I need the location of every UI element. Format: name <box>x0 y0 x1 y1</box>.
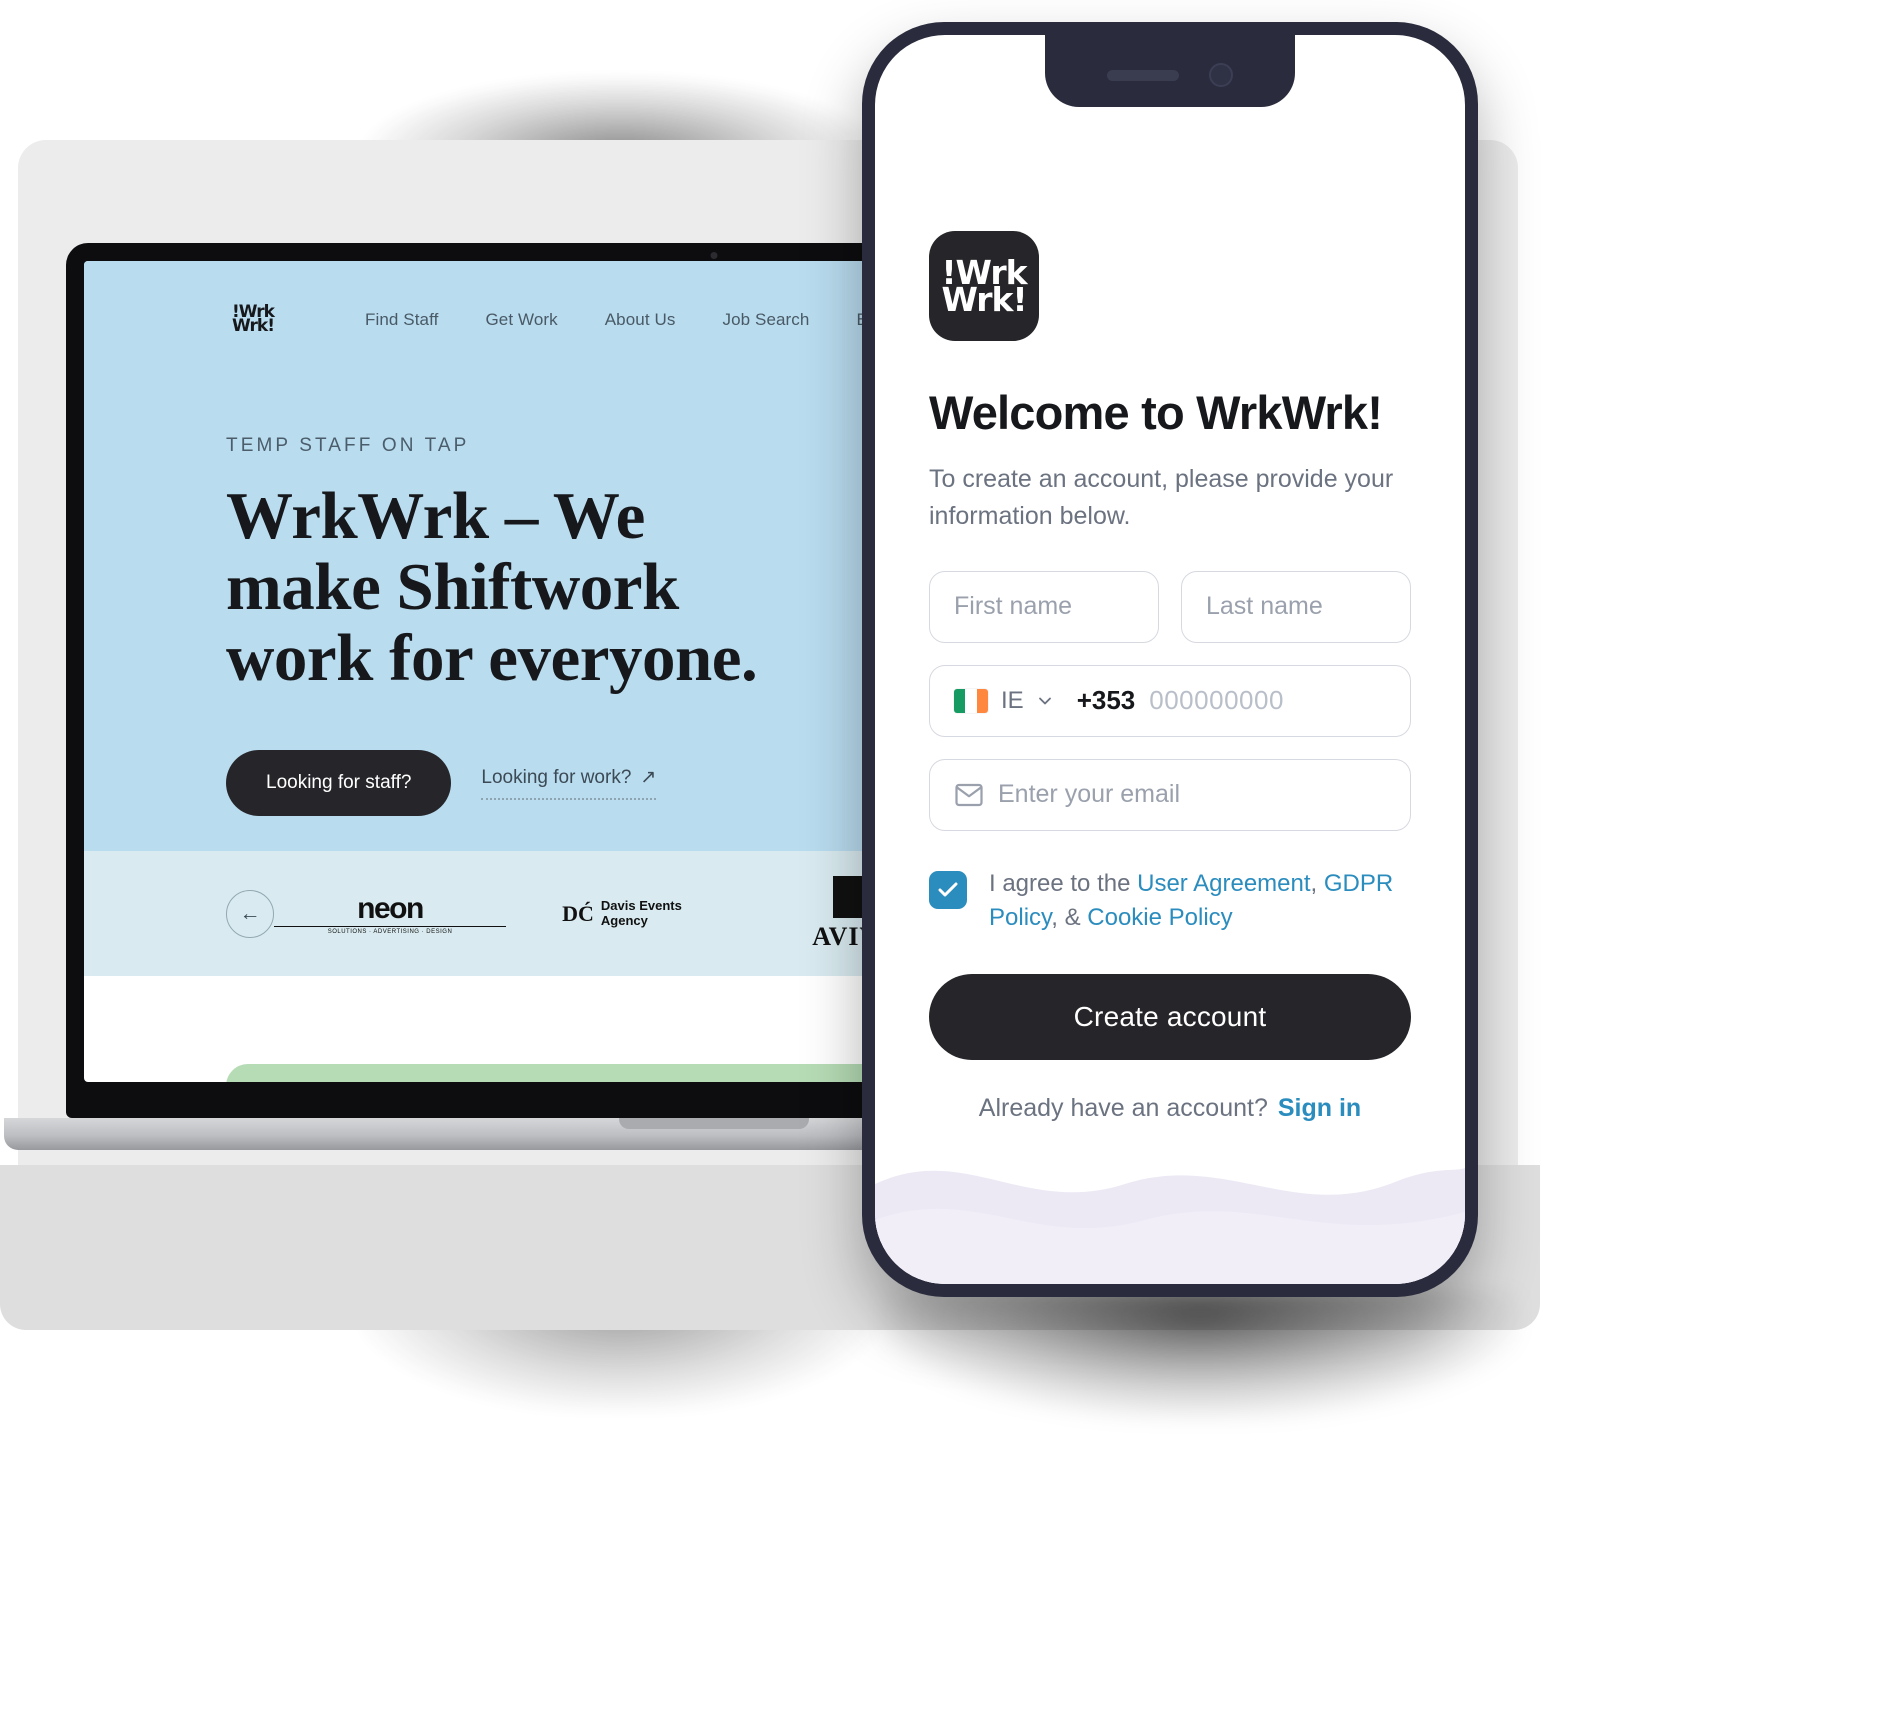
nav-item-about-us[interactable]: About Us <box>605 310 676 330</box>
dial-code-label: +353 <box>1076 685 1136 716</box>
sign-in-link[interactable]: Sign in <box>1278 1094 1361 1122</box>
signup-screen: !Wrk Wrk! Welcome to WrkWrk! To create a… <box>875 35 1465 1123</box>
hero-title: WrkWrk – We make Shiftwork work for ever… <box>226 479 758 696</box>
signin-prompt: Already have an account? <box>978 1094 1268 1123</box>
looking-for-work-link[interactable]: Looking for work? ↗ <box>481 766 657 801</box>
phone-shadow <box>880 1290 1520 1420</box>
phone-device: !Wrk Wrk! Welcome to WrkWrk! To create a… <box>862 22 1478 1297</box>
brand-davis-name: Davis Events <box>600 897 682 913</box>
ireland-flag-icon <box>954 688 988 713</box>
laptop-camera-icon <box>710 252 718 259</box>
brand-logo-davis: DĆ Davis Events Agency <box>506 897 738 929</box>
laptop-base-notch <box>619 1118 809 1129</box>
hero-content: TEMP STAFF ON TAP WrkWrk – We make Shift… <box>84 347 804 896</box>
looking-for-staff-button[interactable]: Looking for staff? <box>226 750 452 817</box>
brand-neon-name: neon <box>357 892 424 925</box>
cookie-policy-link[interactable]: Cookie Policy <box>1087 904 1232 931</box>
brand-davis-sub: Agency <box>600 912 648 928</box>
phone-screen: !Wrk Wrk! Welcome to WrkWrk! To create a… <box>875 35 1465 1284</box>
hero-eyebrow: TEMP STAFF ON TAP <box>226 435 470 456</box>
country-code-label: IE <box>1001 686 1024 714</box>
phone-notch <box>1045 35 1295 107</box>
phone-number-placeholder: 000000000 <box>1149 685 1284 716</box>
website-logo[interactable]: !Wrk Wrk! <box>226 293 280 347</box>
last-name-field[interactable]: Last name <box>1181 570 1411 643</box>
agreement-text: I agree to the User Agreement, GDPR Poli… <box>989 867 1411 937</box>
page-subtitle: To create an account, please provide you… <box>929 464 1394 530</box>
last-name-placeholder: Last name <box>1206 592 1323 621</box>
brand-logo-neon: neon SOLUTIONS · ADVERTISING · DESIGN <box>274 892 506 935</box>
logo-line-2: Wrk! <box>232 316 275 336</box>
email-field[interactable]: Enter your email <box>929 758 1411 831</box>
arrow-up-right-icon: ↗ <box>640 767 657 789</box>
signin-row: Already have an account? Sign in <box>929 1094 1411 1123</box>
first-name-field[interactable]: First name <box>929 570 1159 643</box>
composite-device-mockup: !Wrk Wrk! Find Staff Get Work About Us J… <box>0 0 1890 1714</box>
decorative-wave <box>875 1124 1465 1284</box>
page-title: Welcome to WrkWrk! <box>929 386 1383 439</box>
nav-item-find-staff[interactable]: Find Staff <box>365 310 438 330</box>
app-logo: !Wrk Wrk! <box>929 231 1039 341</box>
agreement-sep-1: , <box>1310 869 1324 897</box>
check-icon <box>938 882 958 897</box>
envelope-icon <box>954 780 984 810</box>
first-name-placeholder: First name <box>954 592 1073 621</box>
app-logo-line-2: Wrk! <box>941 280 1027 319</box>
nav-item-get-work[interactable]: Get Work <box>485 310 557 330</box>
create-account-button[interactable]: Create account <box>929 974 1411 1061</box>
signup-form: First name Last name IE +353 000000000 E… <box>929 570 1411 1124</box>
agreement-checkbox[interactable] <box>929 870 967 909</box>
phone-number-field[interactable]: IE +353 000000000 <box>929 664 1411 737</box>
carousel-prev-button[interactable]: ← <box>226 889 274 938</box>
brand-neon-sub: SOLUTIONS · ADVERTISING · DESIGN <box>274 926 506 935</box>
front-camera-icon <box>1209 63 1233 87</box>
agreement-lead: I agree to the <box>989 869 1138 897</box>
arrow-left-icon: ← <box>239 901 261 925</box>
chevron-down-icon[interactable] <box>1035 691 1055 711</box>
looking-for-work-label: Looking for work? <box>481 766 632 788</box>
hero-cta-group: Looking for staff? Looking for work? ↗ <box>226 750 804 817</box>
nav-item-job-search[interactable]: Job Search <box>722 310 809 330</box>
brand-davis-mark: DĆ <box>562 900 594 926</box>
agreement-row: I agree to the User Agreement, GDPR Poli… <box>929 867 1411 937</box>
email-placeholder: Enter your email <box>998 780 1181 809</box>
name-fields-row: First name Last name <box>929 570 1411 643</box>
user-agreement-link[interactable]: User Agreement <box>1137 870 1310 897</box>
agreement-sep-2: , & <box>1051 904 1088 932</box>
earpiece-speaker-icon <box>1107 69 1179 81</box>
